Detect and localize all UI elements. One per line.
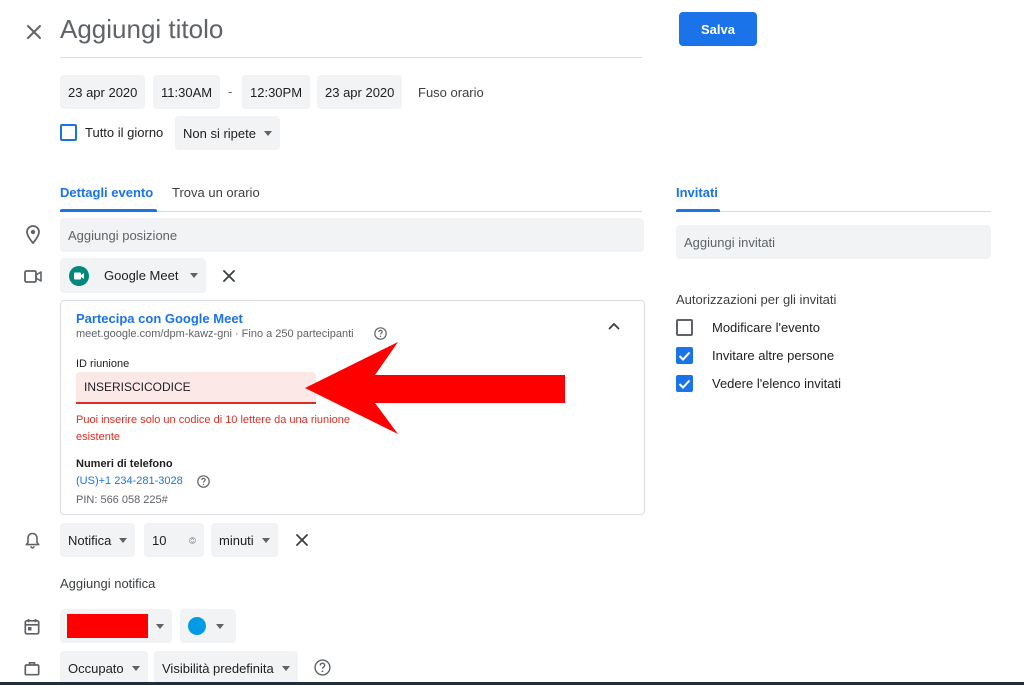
- help-icon[interactable]: [196, 474, 210, 488]
- guest-permissions-title: Autorizzazioni per gli invitati: [676, 292, 837, 307]
- permission-see-list-checkbox[interactable]: [676, 375, 693, 392]
- chevron-down-icon: [263, 130, 272, 136]
- video-camera-icon: [22, 266, 44, 286]
- chevron-down-icon: [156, 623, 164, 629]
- notification-unit-dropdown[interactable]: minuti: [211, 523, 278, 557]
- chevron-down-icon: [190, 273, 199, 278]
- visibility-label: Visibilità predefinita: [162, 660, 274, 676]
- location-input[interactable]: Aggiungi posizione: [60, 218, 644, 252]
- time-separator: -: [228, 84, 233, 99]
- meeting-id-error-line1: Puoi inserire solo un codice di 10 lette…: [76, 414, 350, 426]
- tab-active-indicator: [60, 209, 157, 212]
- guests-tabs-divider: [676, 211, 991, 212]
- busy-status-label: Occupato: [68, 660, 124, 676]
- all-day-checkbox[interactable]: [60, 124, 77, 141]
- tab-guests[interactable]: Invitati: [676, 185, 718, 200]
- chevron-up-icon[interactable]: [604, 316, 624, 336]
- repeat-label: Non si ripete: [183, 125, 256, 141]
- notification-amount-stepper[interactable]: 10: [144, 523, 204, 557]
- google-meet-dropdown[interactable]: Google Meet: [60, 258, 207, 293]
- meeting-pin: PIN: 566 058 225#: [76, 494, 168, 506]
- notification-unit-label: minuti: [219, 532, 254, 548]
- event-color-dot: [188, 617, 206, 635]
- google-meet-label: Google Meet: [104, 268, 179, 283]
- permission-modify-label: Modificare l'evento: [712, 320, 820, 335]
- calendar-dropdown[interactable]: [60, 609, 172, 643]
- checkmark-icon: [678, 379, 691, 389]
- tab-find-time[interactable]: Trova un orario: [172, 185, 260, 200]
- join-meet-link[interactable]: Partecipa con Google Meet: [76, 311, 243, 326]
- notification-type-label: Notifica: [68, 532, 112, 548]
- busy-status-dropdown[interactable]: Occupato: [60, 651, 148, 685]
- event-color-dropdown[interactable]: [180, 609, 236, 643]
- notification-amount-value: 10: [152, 532, 167, 548]
- location-pin-icon: [22, 223, 44, 245]
- chevron-down-icon: [216, 623, 224, 629]
- timezone-link[interactable]: Fuso orario: [418, 85, 484, 100]
- add-guests-input[interactable]: Aggiungi invitati: [676, 225, 991, 259]
- bell-icon: [22, 530, 42, 550]
- help-icon[interactable]: [313, 658, 331, 676]
- remove-conference-icon[interactable]: [219, 266, 239, 286]
- start-time-button[interactable]: 11:30AM: [153, 75, 221, 109]
- meet-url: meet.google.com/dpm-kawz-gni · Fino a 25…: [76, 328, 354, 340]
- chevron-down-icon: [281, 665, 290, 671]
- add-notification-link[interactable]: Aggiungi notifica: [60, 576, 155, 591]
- permission-invite-checkbox[interactable]: [676, 347, 693, 364]
- end-date-button[interactable]: 23 apr 2020: [317, 75, 403, 109]
- stepper-arrows-icon[interactable]: [188, 534, 196, 546]
- checkmark-icon: [678, 351, 691, 361]
- phone-numbers-label: Numeri di telefono: [76, 458, 173, 470]
- guests-tab-indicator: [676, 209, 720, 212]
- calendar-color-block: [67, 614, 148, 638]
- chevron-down-icon: [261, 537, 270, 543]
- meeting-id-error-line2: esistente: [76, 431, 121, 443]
- calendar-icon: [22, 616, 42, 636]
- chevron-down-icon: [119, 537, 128, 543]
- all-day-label: Tutto il giorno: [85, 125, 164, 140]
- end-time-button[interactable]: 12:30PM: [242, 75, 311, 109]
- notification-type-dropdown[interactable]: Notifica: [60, 523, 136, 557]
- tab-event-details[interactable]: Dettagli evento: [60, 185, 153, 200]
- google-meet-icon: [68, 265, 90, 287]
- save-button[interactable]: Salva: [679, 12, 757, 46]
- meeting-id-label: ID riunione: [76, 358, 130, 370]
- chevron-down-icon: [131, 665, 140, 671]
- phone-number-link[interactable]: (US)+1 234-281-3028: [76, 475, 183, 487]
- help-icon[interactable]: [373, 326, 387, 340]
- title-input[interactable]: Aggiungi titolo: [60, 14, 223, 45]
- meeting-id-input[interactable]: INSERISCICODICE: [76, 372, 316, 404]
- title-underline: [60, 57, 642, 58]
- permission-modify-checkbox[interactable]: [676, 319, 693, 336]
- permission-see-list-label: Vedere l'elenco invitati: [712, 376, 841, 391]
- start-date-button[interactable]: 23 apr 2020: [60, 75, 146, 109]
- repeat-dropdown[interactable]: Non si ripete: [175, 116, 280, 150]
- visibility-dropdown[interactable]: Visibilità predefinita: [154, 651, 298, 685]
- briefcase-icon: [22, 658, 42, 678]
- permission-invite-label: Invitare altre persone: [712, 348, 835, 363]
- remove-notification-icon[interactable]: [292, 530, 312, 550]
- close-icon[interactable]: [22, 20, 46, 44]
